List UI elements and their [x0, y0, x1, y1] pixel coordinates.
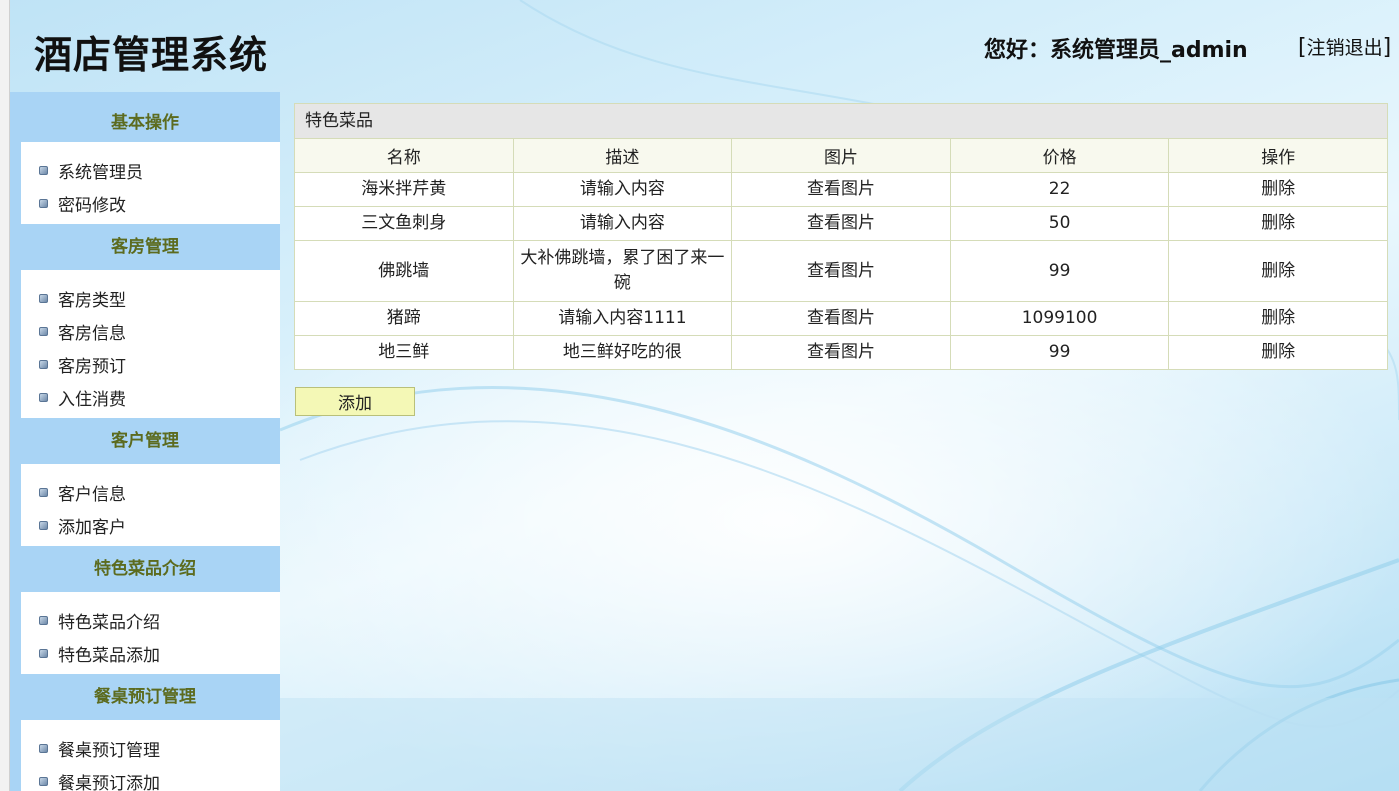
bullet-icon	[39, 166, 48, 175]
column-header-price: 价格	[949, 138, 1170, 173]
view-image-link[interactable]: 查看图片	[731, 335, 951, 370]
table-row: 猪蹄 请输入内容1111 查看图片 1099100 删除	[294, 301, 1388, 336]
view-image-link[interactable]: 查看图片	[731, 172, 951, 207]
bullet-icon	[39, 744, 48, 753]
cell-desc: 大补佛跳墙，累了困了来一碗	[512, 240, 733, 302]
sidebar-item-label: 客房信息	[58, 324, 126, 344]
sidebar-item-label: 特色菜品介绍	[58, 613, 160, 633]
site-title: 酒店管理系统	[34, 33, 269, 77]
cell-name: 地三鲜	[294, 335, 514, 370]
main-content: 特色菜品 名称 描述 图片 价格 操作 海米拌芹黄 请输入内容 查看图片 22 …	[294, 103, 1388, 416]
cell-desc: 请输入内容1111	[512, 301, 733, 336]
dishes-table: 名称 描述 图片 价格 操作 海米拌芹黄 请输入内容 查看图片 22 删除 三文…	[294, 138, 1388, 370]
cell-name: 三文鱼刺身	[294, 206, 514, 241]
add-button[interactable]: 添加	[295, 387, 415, 416]
cell-price: 99	[949, 335, 1170, 370]
cell-price: 50	[949, 206, 1170, 241]
bullet-icon	[39, 521, 48, 530]
bracket-right: ]	[1382, 35, 1392, 60]
sidebar-item-label: 客房预订	[58, 357, 126, 377]
sidebar-item-table-booking-manage[interactable]: 餐桌预订管理	[21, 732, 280, 765]
bullet-icon	[39, 199, 48, 208]
table-row: 佛跳墙 大补佛跳墙，累了困了来一碗 查看图片 99 删除	[294, 240, 1388, 302]
cell-price: 99	[949, 240, 1170, 302]
bullet-icon	[39, 294, 48, 303]
sidebar-group-title-tables: 餐桌预订管理	[10, 674, 280, 720]
bullet-icon	[39, 649, 48, 658]
sidebar-item-room-type[interactable]: 客房类型	[21, 282, 280, 315]
delete-link[interactable]: 删除	[1168, 301, 1388, 336]
cell-name: 佛跳墙	[294, 240, 514, 302]
user-greeting: 您好：系统管理员_admin	[984, 38, 1248, 63]
table-row: 地三鲜 地三鲜好吃的很 查看图片 99 删除	[294, 335, 1388, 370]
column-header-name: 名称	[294, 138, 514, 173]
sidebar-group-title-basic: 基本操作	[10, 92, 280, 142]
sidebar-item-add-customer[interactable]: 添加客户	[21, 509, 280, 542]
sidebar-group-tables: 餐桌预订管理 餐桌预订添加	[21, 720, 280, 791]
sidebar-item-label: 密码修改	[58, 196, 126, 216]
sidebar: 基本操作 系统管理员 密码修改 客房管理 客房类型 客房信息 客房预订 入住消费…	[10, 92, 280, 791]
cell-name: 猪蹄	[294, 301, 514, 336]
column-header-image: 图片	[731, 138, 951, 173]
view-image-link[interactable]: 查看图片	[731, 240, 951, 302]
delete-link[interactable]: 删除	[1168, 240, 1388, 302]
sidebar-group-basic: 系统管理员 密码修改	[21, 142, 280, 224]
sidebar-item-room-booking[interactable]: 客房预订	[21, 348, 280, 381]
cell-price: 22	[949, 172, 1170, 207]
sidebar-item-label: 餐桌预订添加	[58, 774, 160, 791]
logout-label: 注销退出	[1306, 37, 1383, 59]
column-header-desc: 描述	[512, 138, 733, 173]
sidebar-item-dish-intro[interactable]: 特色菜品介绍	[21, 604, 280, 637]
bullet-icon	[39, 393, 48, 402]
table-header-row: 名称 描述 图片 价格 操作	[294, 138, 1388, 173]
delete-link[interactable]: 删除	[1168, 335, 1388, 370]
logout-link[interactable]: [注销退出]	[1298, 33, 1391, 60]
sidebar-item-label: 入住消费	[58, 390, 126, 410]
sidebar-item-password[interactable]: 密码修改	[21, 187, 280, 220]
cell-desc: 地三鲜好吃的很	[512, 335, 733, 370]
sidebar-item-admin[interactable]: 系统管理员	[21, 154, 280, 187]
cell-desc: 请输入内容	[512, 206, 733, 241]
bracket-left: [	[1298, 35, 1307, 60]
bullet-icon	[39, 327, 48, 336]
cell-price: 1099100	[949, 301, 1170, 336]
sidebar-group-rooms: 客房类型 客房信息 客房预订 入住消费	[21, 270, 280, 418]
sidebar-item-label: 添加客户	[58, 518, 126, 538]
sidebar-item-room-info[interactable]: 客房信息	[21, 315, 280, 348]
sidebar-item-dish-add[interactable]: 特色菜品添加	[21, 637, 280, 670]
sidebar-group-title-dishes: 特色菜品介绍	[10, 546, 280, 592]
table-row: 三文鱼刺身 请输入内容 查看图片 50 删除	[294, 206, 1388, 241]
bullet-icon	[39, 616, 48, 625]
header: 酒店管理系统 您好：系统管理员_admin [注销退出]	[10, 0, 1399, 92]
sidebar-group-customers: 客户信息 添加客户	[21, 464, 280, 546]
bullet-icon	[39, 360, 48, 369]
bullet-icon	[39, 777, 48, 786]
column-header-action: 操作	[1168, 138, 1388, 173]
bullet-icon	[39, 488, 48, 497]
panel-title: 特色菜品	[294, 103, 1388, 138]
sidebar-item-label: 客房类型	[58, 291, 126, 311]
sidebar-group-title-rooms: 客房管理	[10, 224, 280, 270]
sidebar-item-table-booking-add[interactable]: 餐桌预订添加	[21, 765, 280, 791]
table-row: 海米拌芹黄 请输入内容 查看图片 22 删除	[294, 172, 1388, 207]
delete-link[interactable]: 删除	[1168, 172, 1388, 207]
left-edge-strip	[0, 0, 10, 791]
sidebar-item-label: 餐桌预订管理	[58, 741, 160, 761]
sidebar-item-label: 客户信息	[58, 485, 126, 505]
view-image-link[interactable]: 查看图片	[731, 206, 951, 241]
cell-desc: 请输入内容	[512, 172, 733, 207]
delete-link[interactable]: 删除	[1168, 206, 1388, 241]
sidebar-group-dishes: 特色菜品介绍 特色菜品添加	[21, 592, 280, 674]
sidebar-group-title-customers: 客户管理	[10, 418, 280, 464]
sidebar-item-customer-info[interactable]: 客户信息	[21, 476, 280, 509]
sidebar-item-label: 系统管理员	[58, 163, 143, 183]
sidebar-item-checkin[interactable]: 入住消费	[21, 381, 280, 414]
sidebar-item-label: 特色菜品添加	[58, 646, 160, 666]
view-image-link[interactable]: 查看图片	[731, 301, 951, 336]
cell-name: 海米拌芹黄	[294, 172, 514, 207]
